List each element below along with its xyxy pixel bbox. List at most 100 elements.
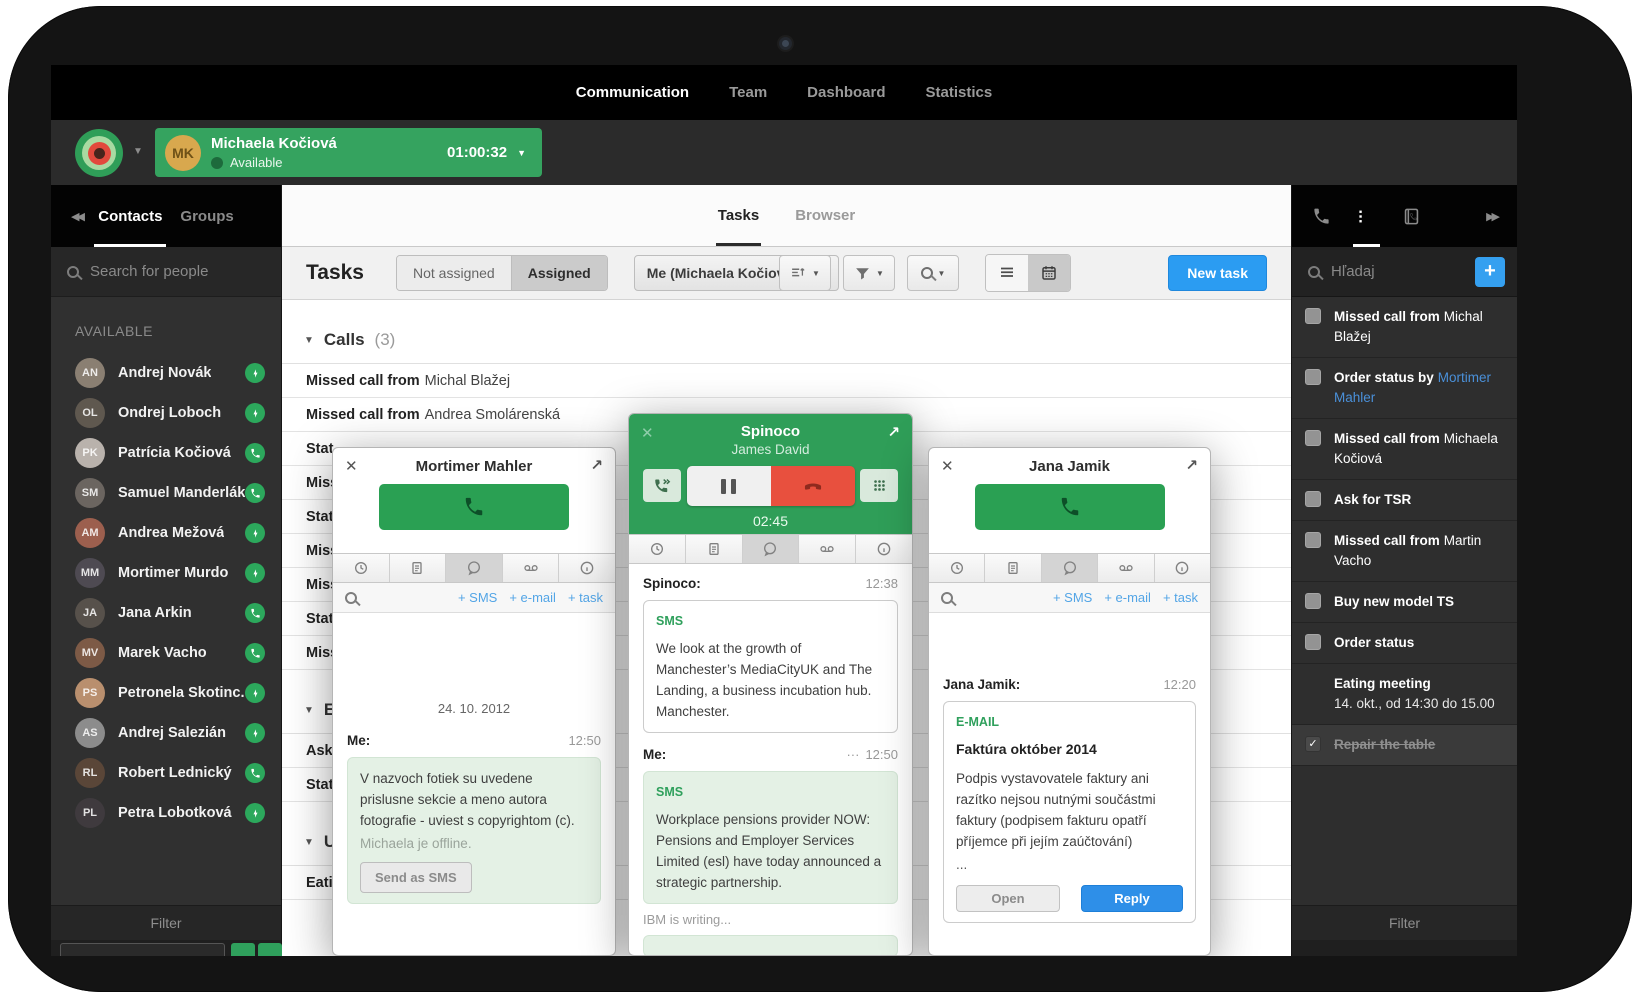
history-tab[interactable] [929,554,985,582]
notes-tab[interactable] [686,535,743,563]
info-tab[interactable] [856,535,912,563]
history-tab[interactable] [629,535,686,563]
task-checkbox[interactable] [1305,634,1321,650]
task-checkbox[interactable] [1305,593,1321,609]
expand-icon[interactable]: ↗ [1185,456,1198,474]
contacts-filter-button[interactable]: Filter [51,905,281,940]
quick-chat-button[interactable] [258,943,282,956]
tasks-search-input[interactable] [1331,263,1451,280]
task-checkbox[interactable] [1305,736,1321,752]
hold-call-button[interactable] [687,466,771,506]
quick-task-item[interactable]: Order status byMortimer Mahler [1292,358,1517,419]
task-section-header[interactable]: ▼ Calls (3) [282,300,1291,364]
contact-row[interactable]: PK Patrícia Kočiová [51,433,281,473]
task-list-tab[interactable] [1357,185,1376,247]
add-sms-link[interactable]: + SMS [1053,590,1092,605]
info-tab[interactable] [559,554,615,582]
add-email-link[interactable]: + e-mail [509,590,556,605]
app-logo-icon[interactable] [75,129,123,177]
chat-tab[interactable] [446,554,503,582]
add-task-button[interactable]: + [1475,257,1505,287]
contact-row[interactable]: PL Petra Lobotková [51,793,281,833]
main-tab[interactable]: Tasks [718,185,759,246]
quick-call-button[interactable] [231,943,255,956]
contact-row[interactable]: PS Petronela Skotinc... [51,673,281,713]
contact-row[interactable]: RL Robert Lednický [51,753,281,793]
search-tasks-button[interactable]: ▼ [907,255,959,291]
voicemail-tab[interactable] [503,554,560,582]
collapse-sidebar-icon[interactable]: ◀◀ [71,210,82,223]
add-email-link[interactable]: + e-mail [1104,590,1151,605]
chat-tab[interactable] [743,535,800,563]
voicemail-tab[interactable] [1098,554,1154,582]
expand-sidebar-icon[interactable]: ▶▶ [1486,210,1497,223]
transfer-call-button[interactable] [643,469,681,502]
nav-tab[interactable]: Dashboard [807,84,885,101]
chat-tab[interactable] [1042,554,1098,582]
quick-task-item[interactable]: Missed call fromMartin Vacho [1292,521,1517,582]
voicemail-tab[interactable] [799,535,856,563]
user-status-panel[interactable]: MK Michaela Kočiová Available 01:00:32 ▼ [155,128,542,177]
message-options-icon[interactable]: ··· [846,747,859,762]
add-sms-link[interactable]: + SMS [458,590,497,605]
nav-tab[interactable]: Team [729,84,767,101]
quick-task-item[interactable]: Buy new model TS [1292,582,1517,623]
calendar-view-button[interactable] [1028,255,1070,291]
tasks-filter-button[interactable]: Filter [1292,905,1517,940]
new-task-button[interactable]: New task [1168,255,1267,291]
sidebar-tab[interactable]: Groups [180,185,233,247]
hang-up-button[interactable] [771,466,855,506]
close-icon[interactable]: ✕ [941,457,954,475]
close-icon[interactable]: ✕ [345,457,358,475]
task-checkbox[interactable] [1305,430,1321,446]
task-checkbox[interactable] [1305,308,1321,324]
contacts-search-input[interactable] [90,263,250,280]
quick-task-item[interactable]: Ask for TSR [1292,480,1517,521]
assignment-filter-button[interactable]: Assigned [512,256,607,290]
calls-tab[interactable] [1312,185,1331,247]
contact-row[interactable]: AN Andrej Novák [51,353,281,393]
quick-task-item[interactable]: Repair the table [1292,725,1517,766]
open-email-button[interactable]: Open [956,885,1060,912]
quick-task-item[interactable]: Order status [1292,623,1517,664]
send-as-sms-button[interactable]: Send as SMS [360,862,472,893]
search-icon[interactable] [941,592,953,604]
timer-caret-icon[interactable]: ▼ [517,148,526,158]
task-row[interactable]: Missed call from Michal Blažej [282,364,1291,398]
quick-task-item[interactable]: Missed call fromMichaela Kočiová [1292,419,1517,480]
task-checkbox[interactable] [1305,491,1321,507]
expand-icon[interactable]: ↗ [590,456,603,474]
contact-row[interactable]: MM Mortimer Murdo [51,553,281,593]
assignment-filter-button[interactable]: Not assigned [397,256,512,290]
list-view-button[interactable] [986,255,1028,291]
sort-button[interactable]: ▼ [779,255,831,291]
close-icon[interactable]: ✕ [641,424,654,442]
quick-task-item[interactable]: Eating meeting 14. okt., od 14:30 do 15.… [1292,664,1517,725]
contact-row[interactable]: OL Ondrej Loboch [51,393,281,433]
info-tab[interactable] [1155,554,1210,582]
task-checkbox[interactable] [1305,532,1321,548]
search-icon[interactable] [345,592,357,604]
contact-row[interactable]: AS Andrej Salezián [51,713,281,753]
quick-dial-input[interactable] [60,943,225,956]
filter-button[interactable]: ▼ [843,255,895,291]
nav-tab[interactable]: Statistics [926,84,993,101]
expand-icon[interactable]: ↗ [887,423,900,441]
reply-email-button[interactable]: Reply [1081,885,1183,912]
task-checkbox[interactable] [1305,369,1321,385]
notes-tab[interactable] [390,554,447,582]
contacts-book-tab[interactable] [1402,185,1421,247]
contact-row[interactable]: JA Jana Arkin [51,593,281,633]
nav-tab[interactable]: Communication [576,84,689,101]
quick-task-item[interactable]: Missed call fromMichal Blažej [1292,297,1517,358]
add-task-link[interactable]: + task [568,590,603,605]
call-button[interactable] [379,484,569,530]
call-button[interactable] [975,484,1165,530]
contact-row[interactable]: MV Marek Vacho [51,633,281,673]
dialpad-button[interactable] [860,469,898,502]
notes-tab[interactable] [985,554,1041,582]
main-tab[interactable]: Browser [795,185,855,246]
contact-row[interactable]: SM Samuel Manderlák [51,473,281,513]
history-tab[interactable] [333,554,390,582]
contact-row[interactable]: AM Andrea Mežová [51,513,281,553]
